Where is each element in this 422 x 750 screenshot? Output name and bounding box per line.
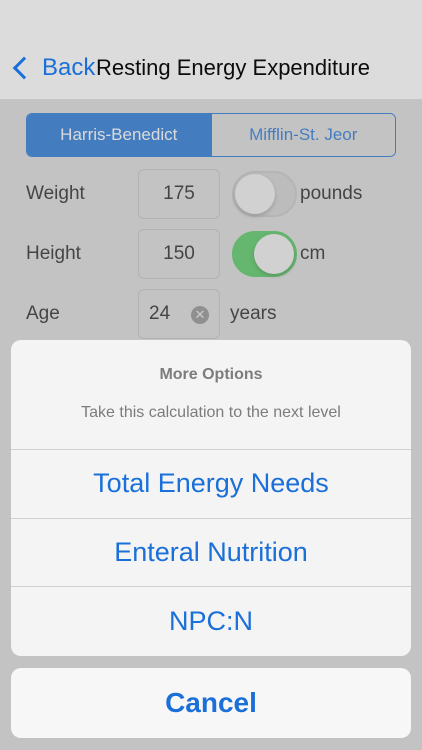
option-total-energy-needs[interactable]: Total Energy Needs xyxy=(11,450,411,519)
action-sheet-message: Take this calculation to the next level xyxy=(81,404,341,421)
chevron-left-icon xyxy=(12,56,36,80)
back-label: Back xyxy=(42,54,96,81)
option-npc-n[interactable]: NPC:N xyxy=(11,587,411,656)
action-sheet-header: More Options Take this calculation to th… xyxy=(11,340,411,450)
more-options-action-sheet: More Options Take this calculation to th… xyxy=(11,340,411,656)
navigation-bar: Back Resting Energy Expenditure xyxy=(0,0,422,100)
back-button[interactable]: Back xyxy=(8,50,95,86)
option-enteral-nutrition[interactable]: Enteral Nutrition xyxy=(11,519,411,587)
page-title: Resting Energy Expenditure xyxy=(96,55,370,80)
cancel-button[interactable]: Cancel xyxy=(11,668,411,738)
action-sheet-title: More Options xyxy=(159,366,263,383)
